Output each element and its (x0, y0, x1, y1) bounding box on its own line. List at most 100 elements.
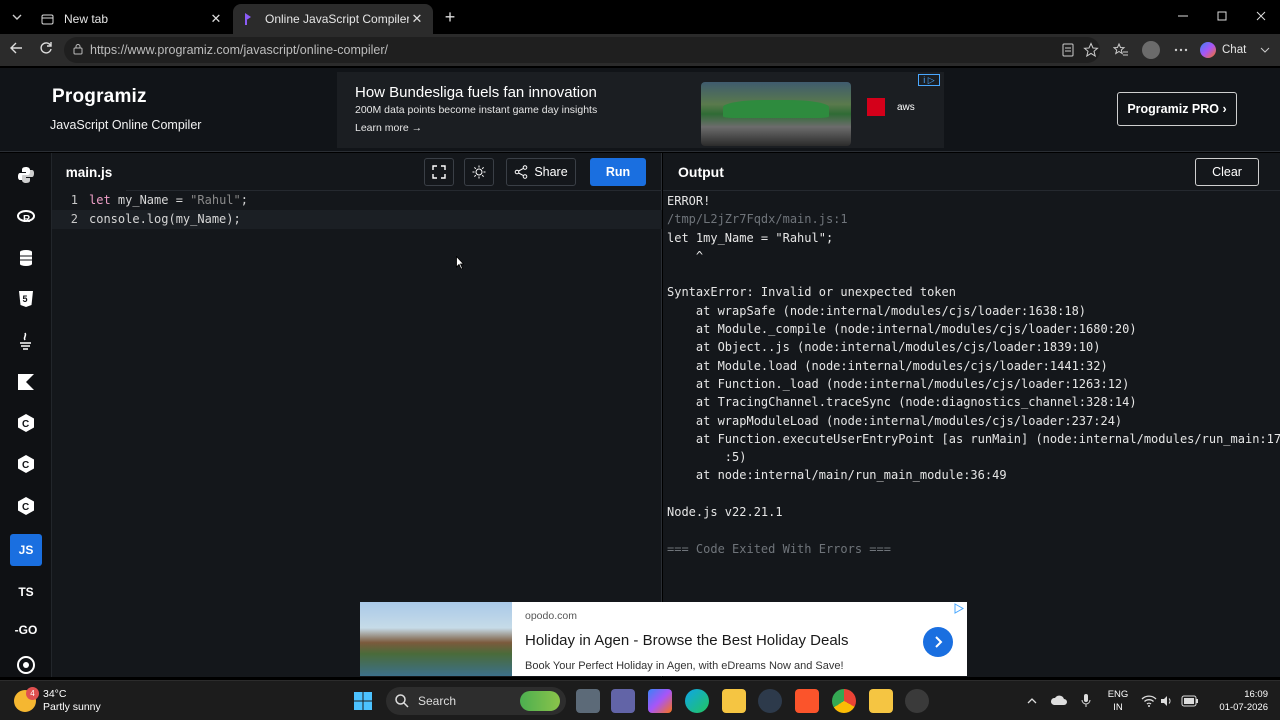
sidebar-item-csharp[interactable]: C (10, 490, 42, 522)
run-button[interactable]: Run (590, 158, 646, 186)
r-language-icon: R (17, 210, 35, 225)
html5-icon: 5 (19, 291, 33, 307)
output-line: at Object..js (node:internal/modules/cjs… (667, 340, 1101, 355)
url-text: https://www.programiz.com/javascript/onl… (90, 43, 389, 57)
bundesliga-logo-icon (867, 98, 885, 116)
notification-badge: 4 (26, 687, 39, 700)
store-icon[interactable] (869, 689, 893, 713)
tab-title: New tab (64, 12, 109, 26)
new-tab-button[interactable]: + (440, 8, 460, 28)
weather-widget[interactable]: 4 34°C Partly sunny (14, 686, 101, 716)
sidebar-item-r[interactable]: R (10, 201, 42, 233)
tab-title: Online JavaScript Compiler (Editor) (265, 12, 409, 26)
chevron-right-icon (935, 636, 943, 648)
sidebar-item-kotlin[interactable] (10, 366, 42, 398)
code-area[interactable]: 1 let my_Name = "Rahul"; 2 console.log(m… (52, 191, 662, 229)
site-header: Programiz JavaScript Online Compiler How… (0, 68, 1280, 152)
volume-icon[interactable] (1160, 694, 1174, 708)
sidebar-item-go[interactable]: -GO (10, 614, 42, 646)
close-tab-icon[interactable]: ✕ (208, 11, 224, 27)
settings-gear-icon[interactable] (905, 689, 929, 713)
bottom-ad[interactable]: opodo.com Holiday in Agen - Browse the B… (360, 602, 967, 676)
language-sidebar: R 5 C C C JS TS -GO (0, 153, 52, 677)
sidebar-item-cpp[interactable]: C (10, 448, 42, 480)
output-line: at TracingChannel.traceSync (node:diagno… (667, 395, 1137, 410)
tab-actions-menu-button[interactable] (6, 6, 28, 28)
system-clock[interactable]: 16:09 01-07-2026 (1208, 688, 1268, 714)
share-button[interactable]: Share (506, 158, 576, 186)
svg-text:R: R (23, 214, 31, 225)
line-source: let my_Name = "Rahul"; (89, 193, 248, 207)
output-line: === Code Exited With Errors === (667, 541, 891, 556)
back-button[interactable] (6, 40, 26, 60)
site-info-icon[interactable] (72, 43, 84, 55)
output-line: :5) (667, 450, 747, 465)
sidebar-item-sql[interactable] (10, 242, 42, 274)
favorites-collection-icon[interactable] (1113, 42, 1129, 58)
chevron-down-icon[interactable] (1259, 42, 1271, 58)
favorite-star-icon[interactable] (1083, 42, 1099, 58)
close-tab-icon[interactable]: ✕ (409, 11, 425, 27)
taskbar-search[interactable]: Search (386, 687, 566, 715)
maximize-window-button[interactable] (1207, 6, 1237, 28)
task-view-icon[interactable] (576, 689, 600, 713)
programiz-logo[interactable]: Programiz (52, 86, 147, 108)
ad-choices-icon[interactable]: i ▷ (918, 74, 940, 86)
chrome-browser-icon[interactable] (832, 689, 856, 713)
clear-button[interactable]: Clear (1195, 158, 1259, 186)
sidebar-item-rust[interactable] (10, 655, 42, 675)
tab-online-compiler[interactable]: Online JavaScript Compiler (Editor) ✕ (233, 4, 433, 34)
ad-learn-more-link[interactable]: Learn more → (355, 122, 422, 134)
close-window-button[interactable] (1246, 6, 1276, 28)
file-tab-main-js[interactable]: main.js (52, 153, 126, 191)
edge-browser-icon[interactable] (685, 689, 709, 713)
fullscreen-button[interactable] (424, 158, 454, 186)
minimize-window-button[interactable] (1168, 6, 1198, 28)
sidebar-item-typescript[interactable]: TS (10, 576, 42, 608)
reload-icon (40, 42, 52, 54)
ad-title[interactable]: Holiday in Agen - Browse the Best Holida… (525, 632, 849, 649)
copilot-app-icon[interactable] (648, 689, 672, 713)
cpp-language-icon: C (18, 455, 34, 473)
file-explorer-icon[interactable] (722, 689, 746, 713)
theme-toggle-button[interactable] (464, 158, 494, 186)
line-source: console.log(my_Name); (89, 212, 241, 226)
onedrive-cloud-icon[interactable] (1050, 693, 1068, 709)
output-console[interactable]: ERROR! /tmp/L2jZr7Fqdx/main.js:1 let 1my_N… (667, 192, 1280, 558)
wifi-icon[interactable] (1141, 694, 1157, 708)
windows-start-icon[interactable] (353, 691, 373, 711)
sidebar-item-html[interactable]: 5 (10, 283, 42, 315)
programiz-pro-button[interactable]: Programiz PRO › (1117, 92, 1237, 126)
reload-button[interactable] (36, 40, 56, 60)
tab-new-tab[interactable]: New tab ✕ (32, 4, 232, 34)
output-line: SyntaxError: Invalid or unexpected token (667, 285, 956, 300)
input-language-indicator[interactable]: ENG IN (1106, 688, 1130, 714)
output-line: at Module.load (node:internal/modules/cj… (667, 358, 1108, 373)
microphone-icon[interactable] (1080, 693, 1092, 709)
teams-icon[interactable] (611, 689, 635, 713)
ad-partner-logos: aws (867, 98, 915, 116)
ad-banner[interactable]: How Bundesliga fuels fan innovation 200M… (337, 72, 944, 148)
ad-choices-icon[interactable] (953, 603, 965, 614)
sidebar-item-python[interactable] (10, 159, 42, 191)
copilot-chat-button[interactable]: Chat (1200, 40, 1246, 60)
sidebar-item-javascript[interactable]: JS (10, 534, 42, 566)
dell-icon[interactable] (758, 689, 782, 713)
url-field[interactable]: https://www.programiz.com/javascript/onl… (64, 37, 1100, 63)
more-options-icon[interactable] (1173, 42, 1189, 58)
share-icon (515, 165, 528, 179)
browser-tab-bar: New tab ✕ Online JavaScript Compiler (Ed… (0, 0, 1280, 34)
battery-icon[interactable] (1181, 695, 1199, 707)
new-tab-page-icon (40, 12, 54, 26)
output-header: Output Clear (663, 153, 1280, 191)
profile-avatar[interactable] (1142, 41, 1160, 59)
sidebar-item-c[interactable]: C (10, 407, 42, 439)
brave-browser-icon[interactable] (795, 689, 819, 713)
show-hidden-icons-chevron-icon[interactable] (1026, 695, 1038, 707)
reading-view-icon[interactable] (1060, 42, 1076, 58)
database-icon (20, 250, 32, 266)
ad-go-button[interactable] (923, 627, 953, 657)
output-line: Node.js v22.21.1 (667, 505, 783, 520)
sidebar-item-java[interactable] (10, 325, 42, 357)
